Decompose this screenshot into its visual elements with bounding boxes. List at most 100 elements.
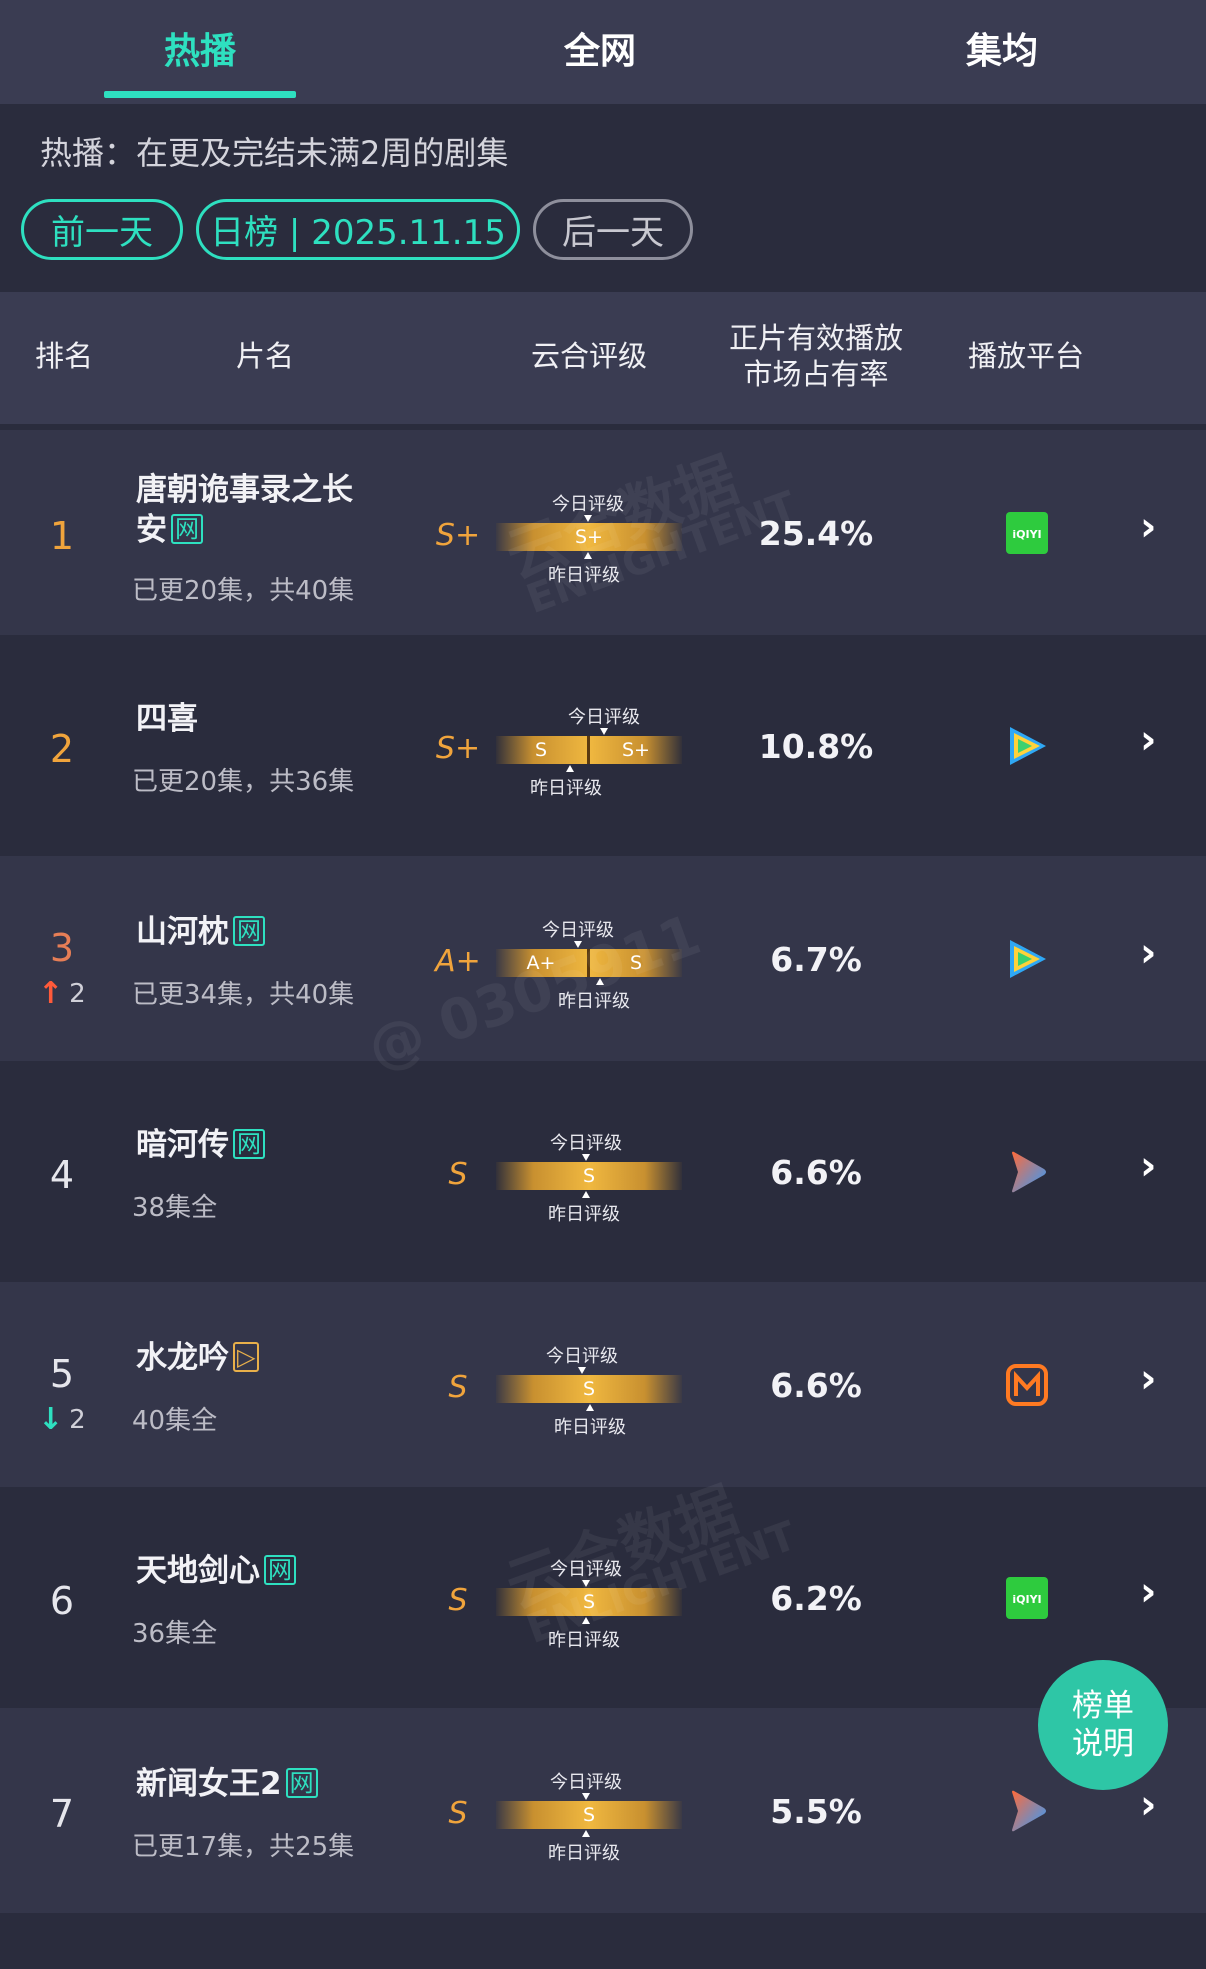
episode-info: 38集全 xyxy=(132,1193,218,1223)
grade-bar-value: S xyxy=(582,1378,596,1400)
episode-info: 40集全 xyxy=(132,1406,218,1436)
yesterday-grade-label: 昨日评级 xyxy=(548,565,620,586)
grade-bar-value: S+ xyxy=(575,526,603,548)
table-row[interactable]: 7 新闻女王2 网 已更17集，共25集 S 今日评级 S 昨日评级 5.5% › xyxy=(0,1708,1206,1913)
show-title: 山河枕网 xyxy=(136,912,376,952)
yesterday-marker xyxy=(582,1191,590,1198)
today-marker xyxy=(582,1154,590,1161)
bottom-spacer xyxy=(0,1921,1206,1969)
youku-icon xyxy=(1012,1151,1046,1193)
tab-all-network[interactable]: 全网 xyxy=(504,0,696,96)
tab-hot[interactable]: 热播 xyxy=(104,0,296,96)
episode-info: 已更34集，共40集 xyxy=(132,980,355,1010)
yesterday-grade-label: 昨日评级 xyxy=(554,1417,626,1438)
rank-number: 6 xyxy=(49,1579,75,1623)
exclusive-badge: ▷ xyxy=(233,1342,260,1372)
episode-info: 已更20集，共36集 xyxy=(132,767,355,797)
table-header: 排名 片名 云合评级 正片有效播放 市场占有率 播放平台 xyxy=(0,292,1206,424)
yesterday-grade-label: 昨日评级 xyxy=(530,778,602,799)
show-title: 水龙吟 ▷ xyxy=(136,1338,376,1378)
web-series-badge: 网 xyxy=(285,1768,318,1798)
header-share-line1: 正片有效播放 xyxy=(728,321,903,355)
show-title-text: 山河枕 xyxy=(136,914,229,950)
grade-bar: 今日评级 A+ S 昨日评级 xyxy=(496,911,682,1012)
svg-text:iQIYI: iQIYI xyxy=(1012,1593,1041,1606)
market-share: 10.8% xyxy=(758,727,874,766)
today-marker xyxy=(600,728,608,735)
chevron-right-icon[interactable]: › xyxy=(1140,930,1156,976)
yesterday-grade-label: 昨日评级 xyxy=(548,1204,620,1225)
grade-bar-track: S S+ xyxy=(496,736,682,764)
top-tab-bar: 热播 全网 集均 xyxy=(0,0,1206,104)
chevron-right-icon[interactable]: › xyxy=(1140,1569,1156,1615)
table-row[interactable]: 6 天地剑心网 36集全 S 今日评级 S 昨日评级 6.2% iQIYI › xyxy=(0,1495,1206,1700)
yesterday-marker xyxy=(582,1830,590,1837)
grade-bar-value: S xyxy=(582,1804,596,1826)
yesterday-marker xyxy=(582,1617,590,1624)
grade-bar: 今日评级 S S+ 昨日评级 xyxy=(496,698,682,799)
date-selector[interactable]: 日榜 | 2025.11.15 xyxy=(196,199,520,260)
grade-bar-track: S+ xyxy=(496,523,682,551)
episode-info: 36集全 xyxy=(132,1619,218,1649)
grade-bar-today-value: A+ xyxy=(526,952,556,974)
today-grade-label: 今日评级 xyxy=(550,1559,622,1580)
grade-bar-track: S xyxy=(496,1588,682,1616)
tencent-video-icon xyxy=(1010,727,1046,765)
yesterday-marker xyxy=(596,978,604,985)
chevron-right-icon[interactable]: › xyxy=(1140,1143,1156,1189)
chevron-right-icon[interactable]: › xyxy=(1140,717,1156,763)
today-marker xyxy=(582,1580,590,1587)
show-title-text: 四喜 xyxy=(136,701,198,737)
show-title: 唐朝诡事录之长安网 xyxy=(136,470,376,550)
chart-explanation-button[interactable]: 榜单 说明 xyxy=(1038,1660,1168,1790)
table-row[interactable]: 2 四喜 已更20集，共36集 S+ 今日评级 S S+ 昨日评级 10.8% … xyxy=(0,643,1206,848)
table-row[interactable]: 5 ↓ 2 水龙吟 ▷ 40集全 S 今日评级 S 昨日评级 6.6% › xyxy=(0,1282,1206,1487)
header-platform: 播放平台 xyxy=(967,339,1084,373)
web-series-badge: 网 xyxy=(171,514,203,544)
table-row[interactable]: 1 唐朝诡事录之长安网 已更20集，共40集 S+ 今日评级 S+ 昨日评级 2… xyxy=(0,430,1206,635)
grade-bar-track: A+ S xyxy=(496,949,682,977)
chevron-right-icon[interactable]: › xyxy=(1140,1356,1156,1402)
help-label-line2: 说明 xyxy=(1072,1726,1134,1762)
market-share: 5.5% xyxy=(770,1792,862,1831)
chevron-right-icon[interactable]: › xyxy=(1140,1782,1156,1828)
grade-bar: 今日评级 S+ 昨日评级 xyxy=(496,485,682,586)
next-day-button[interactable]: 后一天 xyxy=(533,199,693,260)
market-share: 6.6% xyxy=(770,1366,862,1405)
rank-change-value: 2 xyxy=(69,978,86,1009)
list-description: 热播：在更及完结未满2周的剧集 xyxy=(40,134,509,172)
today-grade-label: 今日评级 xyxy=(550,1133,622,1154)
show-title-text: 新闻女王2 xyxy=(136,1766,282,1802)
grade-bar: 今日评级 S 昨日评级 xyxy=(496,1550,682,1651)
table-row[interactable]: 3 ↑ 2 山河枕网 已更34集，共40集 A+ 今日评级 A+ S 昨日评级 … xyxy=(0,856,1206,1061)
grade: A+ xyxy=(435,944,481,979)
today-marker xyxy=(574,941,582,948)
rank-number: 4 xyxy=(49,1153,75,1197)
market-share: 6.7% xyxy=(770,940,862,979)
yesterday-grade-label: 昨日评级 xyxy=(558,991,630,1012)
today-grade-label: 今日评级 xyxy=(546,1346,618,1367)
table-row[interactable]: 4 暗河传网 38集全 S 今日评级 S 昨日评级 6.6% › xyxy=(0,1069,1206,1274)
grade-bar: 今日评级 S 昨日评级 xyxy=(496,1763,682,1864)
rank-number: 2 xyxy=(49,727,75,771)
today-grade-label: 今日评级 xyxy=(550,1772,622,1793)
prev-day-button[interactable]: 前一天 xyxy=(21,199,183,260)
arrow-up-icon: ↑ xyxy=(38,976,64,1011)
yesterday-marker xyxy=(584,552,592,559)
grade-bar: 今日评级 S 昨日评级 xyxy=(496,1124,682,1225)
yesterday-marker xyxy=(586,1404,594,1411)
tencent-video-icon xyxy=(1010,940,1046,978)
rank-number: 5 xyxy=(49,1352,75,1396)
show-title: 新闻女王2 网 xyxy=(136,1764,376,1804)
today-marker xyxy=(584,515,592,522)
show-title: 四喜 xyxy=(136,699,376,739)
tab-per-episode[interactable]: 集均 xyxy=(906,0,1098,96)
header-rank: 排名 xyxy=(34,339,93,373)
web-series-badge: 网 xyxy=(233,916,265,946)
help-label-line1: 榜单 xyxy=(1072,1688,1134,1724)
grade: S xyxy=(448,1796,468,1831)
chevron-right-icon[interactable]: › xyxy=(1140,504,1156,550)
rank-change-up: ↑ 2 xyxy=(38,976,86,1011)
svg-text:iQIYI: iQIYI xyxy=(1012,528,1041,541)
grade-bar-value: S xyxy=(582,1165,596,1187)
